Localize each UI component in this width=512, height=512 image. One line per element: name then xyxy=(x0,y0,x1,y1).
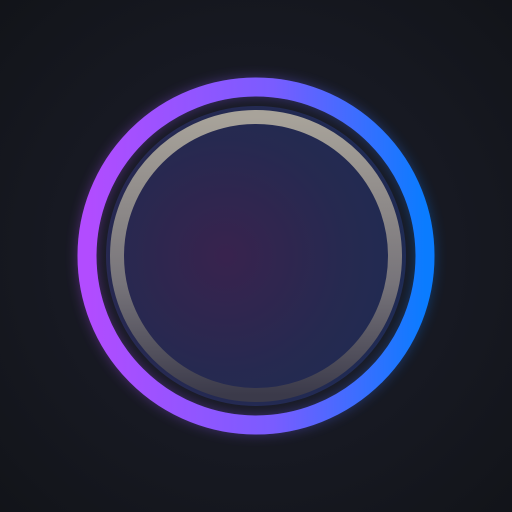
center-disc xyxy=(106,106,406,406)
app-icon-canvas xyxy=(0,0,512,512)
ring-logo-icon xyxy=(77,77,435,435)
